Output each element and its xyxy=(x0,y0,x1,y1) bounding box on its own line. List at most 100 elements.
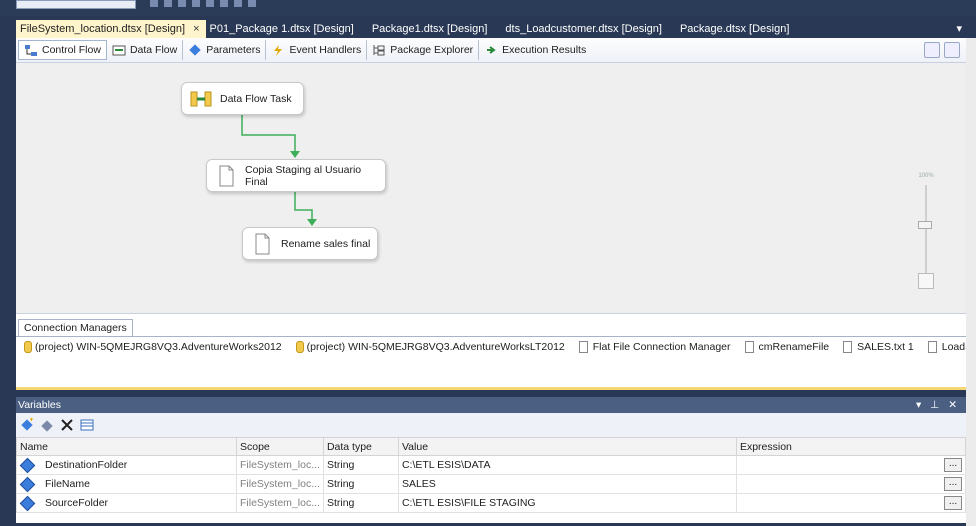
zoom-label: 100% xyxy=(918,173,934,179)
variable-scope: FileSystem_loc... xyxy=(236,493,324,513)
connection-manager-label: cmRenameFile xyxy=(758,341,830,353)
tab-dts-loadcustomer[interactable]: dts_Loadcustomer.dtsx [Design] xyxy=(501,20,676,38)
variable-type[interactable]: String xyxy=(322,493,399,513)
tab-label: FileSystem_location.dtsx [Design] xyxy=(20,23,186,35)
add-variable-icon[interactable] xyxy=(20,418,34,432)
toolbox-icon[interactable] xyxy=(944,42,960,58)
designer-toolbar: Control Flow Data Flow Parameters Event … xyxy=(16,38,966,63)
tab-execution-results[interactable]: Execution Results xyxy=(479,40,591,60)
variable-value[interactable]: SALES xyxy=(397,474,737,494)
move-variable-icon[interactable] xyxy=(40,418,54,432)
connection-manager-item[interactable]: SALES.txt 1 xyxy=(843,340,914,354)
tab-label: Data Flow xyxy=(129,44,178,56)
variable-icon xyxy=(19,457,36,473)
task-rename-sales[interactable]: Rename sales final xyxy=(242,227,378,260)
col-expression[interactable]: Expression xyxy=(735,437,967,456)
task-copia-staging[interactable]: Copia Staging al Usuario Final xyxy=(206,159,386,192)
delete-variable-icon[interactable] xyxy=(60,418,74,432)
flat-file-icon xyxy=(843,341,853,353)
expression-builder-button[interactable]: ... xyxy=(944,496,962,510)
flat-file-icon xyxy=(578,341,588,353)
variable-scope: FileSystem_loc... xyxy=(236,455,324,475)
window-controls[interactable]: ▾ ⊥ ✕ xyxy=(916,397,966,413)
parameters-icon xyxy=(188,43,202,57)
connection-manager-item[interactable]: (project) WIN-5QMEJRG8VQ3.AdventureWorks… xyxy=(295,340,565,354)
variable-name-cell[interactable]: FileName xyxy=(16,474,237,494)
variables-window-icon[interactable] xyxy=(924,42,940,58)
variables-window: Variables ▾ ⊥ ✕ Name Scope Data type Val… xyxy=(16,397,967,523)
col-value[interactable]: Value xyxy=(397,437,737,456)
variable-row[interactable]: FileName FileSystem_loc... String SALES … xyxy=(16,474,967,494)
zoom-track[interactable] xyxy=(925,185,927,275)
expression-builder-button[interactable]: ... xyxy=(944,458,962,472)
variables-title-bar: Variables ▾ ⊥ ✕ xyxy=(16,397,966,413)
tab-overflow-icon[interactable]: ▾ xyxy=(956,20,966,38)
connection-manager-item[interactable]: cmRenameFile xyxy=(744,340,830,354)
divider xyxy=(16,336,966,337)
tab-label: Package Explorer xyxy=(390,44,474,56)
variable-name-cell[interactable]: SourceFolder xyxy=(16,493,237,513)
data-flow-task-icon xyxy=(190,88,212,110)
variable-value[interactable]: C:\ETL ESIS\FILE STAGING xyxy=(397,493,737,513)
toolbar-buttons[interactable] xyxy=(150,0,260,7)
connection-manager-label: (project) WIN-5QMEJRG8VQ3.AdventureWorks… xyxy=(35,341,282,353)
col-data-type[interactable]: Data type xyxy=(322,437,399,456)
variables-grid: Name Scope Data type Value Expression De… xyxy=(16,437,967,513)
variable-row[interactable]: DestinationFolder FileSystem_loc... Stri… xyxy=(16,455,967,475)
variable-expression[interactable]: ... xyxy=(735,474,967,494)
col-scope[interactable]: Scope xyxy=(236,437,324,456)
execution-results-icon xyxy=(484,44,498,57)
variable-row[interactable]: SourceFolder FileSystem_loc... String C:… xyxy=(16,493,967,513)
tab-data-flow[interactable]: Data Flow xyxy=(107,40,184,60)
tab-p01-package1[interactable]: P01_Package 1.dtsx [Design] xyxy=(206,20,368,38)
variables-header-row: Name Scope Data type Value Expression xyxy=(16,437,967,456)
zoom-control[interactable]: 100% xyxy=(916,173,936,293)
connection-manager-item[interactable]: (project) WIN-5QMEJRG8VQ3.AdventureWorks… xyxy=(24,340,282,354)
tab-label: Control Flow xyxy=(42,44,101,56)
package-explorer-icon xyxy=(372,44,386,57)
col-name[interactable]: Name xyxy=(16,437,237,456)
tab-event-handlers[interactable]: Event Handlers xyxy=(266,40,368,60)
toolbar-combo[interactable] xyxy=(16,0,136,9)
variable-value[interactable]: C:\ETL ESIS\DATA xyxy=(397,455,737,475)
task-data-flow[interactable]: Data Flow Task xyxy=(181,82,304,115)
zoom-slider[interactable] xyxy=(918,221,932,229)
variable-name: DestinationFolder xyxy=(45,459,128,471)
file-system-task-icon xyxy=(251,233,273,255)
tab-label: Parameters xyxy=(206,44,261,56)
tab-label: Package.dtsx [Design] xyxy=(679,23,790,35)
connection-manager-item[interactable]: Flat File Connection Manager xyxy=(578,340,731,354)
variable-expression[interactable]: ... xyxy=(735,455,967,475)
tab-package1[interactable]: Package1.dtsx [Design] xyxy=(368,20,502,38)
data-flow-icon xyxy=(112,44,126,57)
variable-type[interactable]: String xyxy=(322,455,399,475)
connection-managers-panel: Connection Managers (project) WIN-5QMEJR… xyxy=(16,313,976,390)
connection-managers-tab[interactable]: Connection Managers xyxy=(18,319,133,337)
zoom-fit-button[interactable] xyxy=(918,273,934,289)
task-label: Rename sales final xyxy=(281,237,371,250)
expression-builder-button[interactable]: ... xyxy=(944,477,962,491)
precedence-constraint-1[interactable] xyxy=(16,63,966,313)
variable-name-cell[interactable]: DestinationFolder xyxy=(16,455,237,475)
tab-package-explorer[interactable]: Package Explorer xyxy=(367,40,480,60)
document-tabs: FileSystem_location.dtsx [Design] × P01_P… xyxy=(16,20,966,38)
variable-icon xyxy=(19,476,36,492)
event-handlers-icon xyxy=(271,44,285,57)
variables-title: Variables xyxy=(18,399,61,411)
tab-package[interactable]: Package.dtsx [Design] xyxy=(676,20,803,38)
control-flow-canvas[interactable]: Data Flow Task Copia Staging al Usuario … xyxy=(16,63,966,313)
tab-control-flow[interactable]: Control Flow xyxy=(18,40,107,60)
variable-type[interactable]: String xyxy=(322,474,399,494)
variable-expression[interactable]: ... xyxy=(735,493,967,513)
tab-filesystem-location[interactable]: FileSystem_location.dtsx [Design] × xyxy=(16,20,206,38)
flat-file-icon xyxy=(927,341,937,353)
variables-toolbar xyxy=(16,413,966,437)
grid-options-icon[interactable] xyxy=(80,418,94,432)
database-icon xyxy=(24,341,32,353)
tab-parameters[interactable]: Parameters xyxy=(183,40,267,60)
tab-label: Execution Results xyxy=(502,44,587,56)
variable-name: FileName xyxy=(45,478,90,490)
close-icon[interactable]: × xyxy=(193,23,199,35)
tab-label: P01_Package 1.dtsx [Design] xyxy=(209,23,354,35)
variable-icon xyxy=(19,495,36,511)
